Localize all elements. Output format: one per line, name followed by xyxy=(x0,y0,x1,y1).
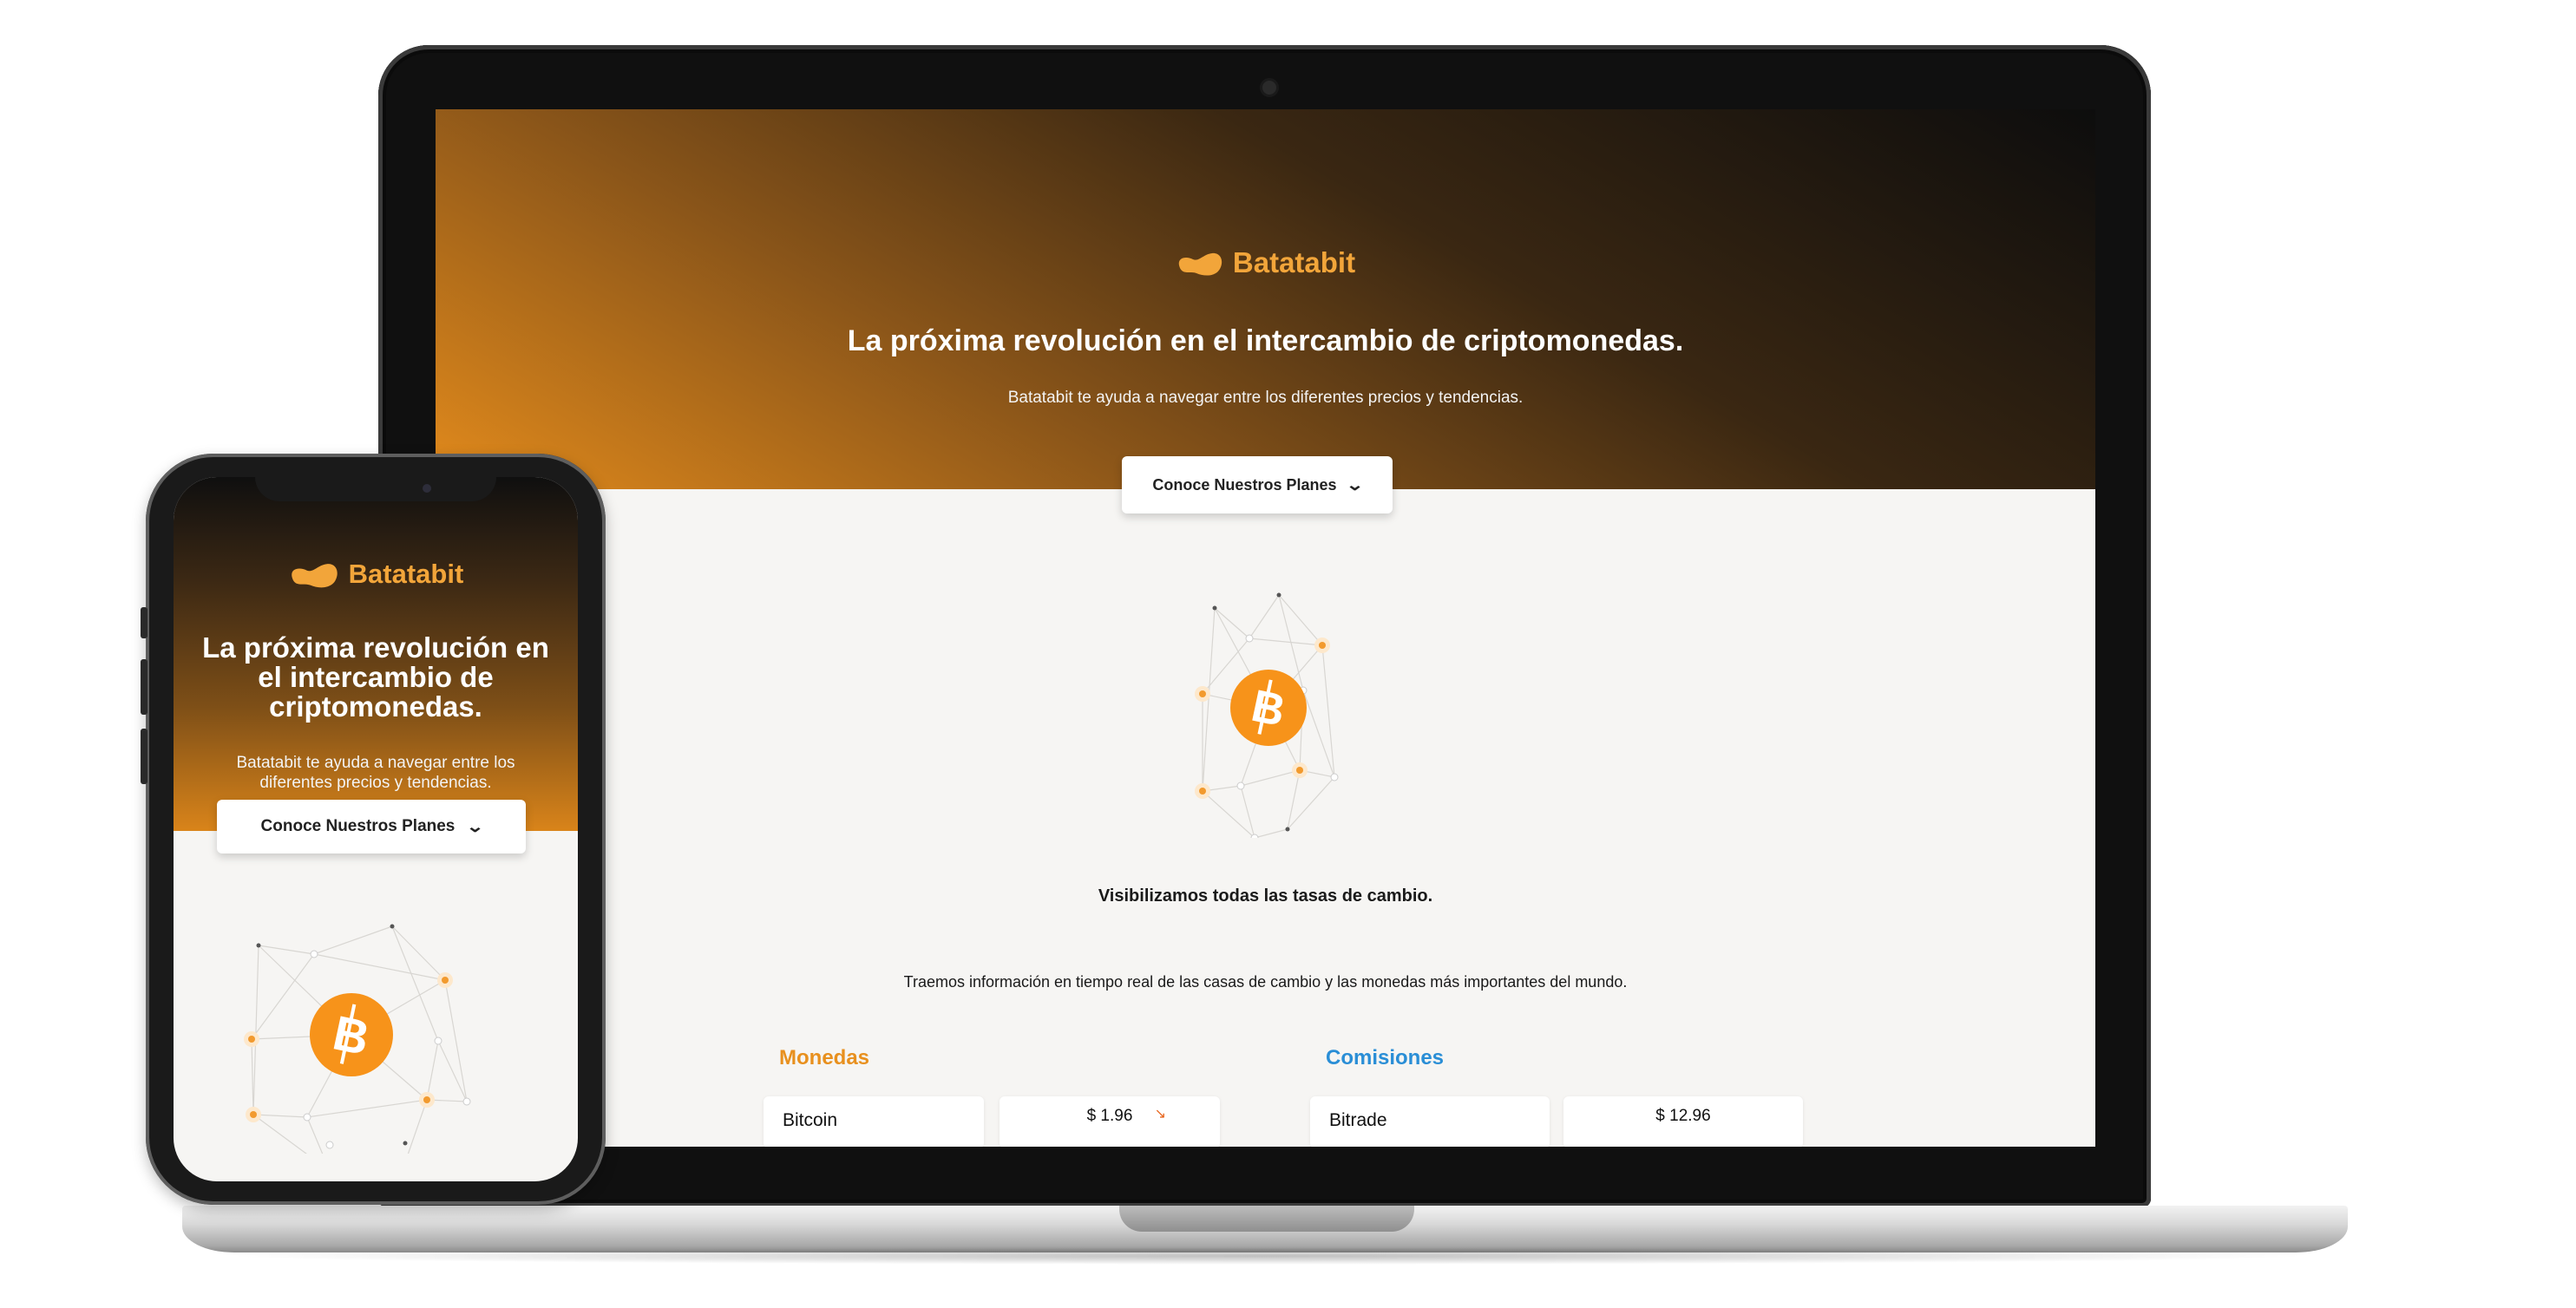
coin-name-card: Bitcoin xyxy=(764,1096,984,1147)
brand-name: Batatabit xyxy=(1232,246,1356,278)
comisiones-title: Comisiones xyxy=(1326,1046,1445,1069)
mobile-hero-subtitle: Batatabit te ayuda a navegar entre los d… xyxy=(236,754,515,792)
phone-side-button xyxy=(141,607,147,638)
exchange-value: $ 12.96 xyxy=(1655,1107,1711,1125)
chevron-down-icon: ⌄ xyxy=(1346,475,1365,494)
batata-logo-icon xyxy=(1178,253,1222,276)
batata-logo-icon xyxy=(291,563,338,588)
mobile-plans-button-label: Conoce Nuestros Planes xyxy=(260,817,456,835)
trend-down-icon: ↘ xyxy=(1154,1107,1166,1122)
laptop-shadow xyxy=(217,1247,2317,1265)
laptop-hinge-notch xyxy=(1119,1206,1414,1232)
phone-side-button xyxy=(141,659,147,715)
mobile-bitcoin-network-illustration: B xyxy=(244,924,471,1154)
bitcoin-icon: B xyxy=(310,993,393,1076)
monedas-title: Monedas xyxy=(779,1046,870,1069)
exchange-name: Bitrade xyxy=(1329,1110,1387,1130)
coin-value-card: $ 1.96 ↘ xyxy=(1000,1096,1220,1147)
mobile-brand-name: Batatabit xyxy=(348,559,464,589)
mobile-brand-logo[interactable]: Batatabit xyxy=(174,559,578,591)
laptop-screen: Batatabit La próxima revolución en el in… xyxy=(436,109,2095,1147)
exchange-value-card: $ 12.96 xyxy=(1563,1096,1803,1147)
exchange-name-card: Bitrade xyxy=(1310,1096,1550,1147)
bitcoin-icon: B xyxy=(1230,670,1307,746)
phone-screen: Batatabit La próxima revolución en el in… xyxy=(174,477,578,1181)
plans-button-label: Conoce Nuestros Planes xyxy=(1152,475,1337,494)
hero-subtitle: Batatabit te ayuda a navegar entre los d… xyxy=(1007,389,1524,407)
phone-side-button xyxy=(141,729,147,784)
chevron-down-icon: ⌄ xyxy=(466,817,485,835)
laptop-camera xyxy=(1260,78,1279,97)
bitcoin-network-illustration: B xyxy=(1195,592,1339,838)
description: Traemos información en tiempo real de la… xyxy=(903,973,1628,991)
hero-title: La próxima revolución en el intercambio … xyxy=(847,324,1684,357)
coin-name: Bitcoin xyxy=(783,1110,838,1130)
mobile-hero-section: Batatabit La próxima revolución en el in… xyxy=(174,477,578,831)
brand-logo[interactable]: Batatabit xyxy=(436,246,2095,279)
phone-camera xyxy=(423,484,431,493)
phone-notch xyxy=(255,477,496,501)
hero-section: Batatabit La próxima revolución en el in… xyxy=(436,109,2095,489)
plans-button[interactable]: Conoce Nuestros Planes ⌄ xyxy=(1122,456,1393,513)
coin-value: $ 1.96 xyxy=(1086,1107,1133,1125)
mobile-hero-title: La próxima revolución en el intercambio … xyxy=(202,631,549,723)
tagline: Visibilizamos todas las tasas de cambio. xyxy=(1098,886,1433,906)
mobile-plans-button[interactable]: Conoce Nuestros Planes ⌄ xyxy=(217,800,526,853)
